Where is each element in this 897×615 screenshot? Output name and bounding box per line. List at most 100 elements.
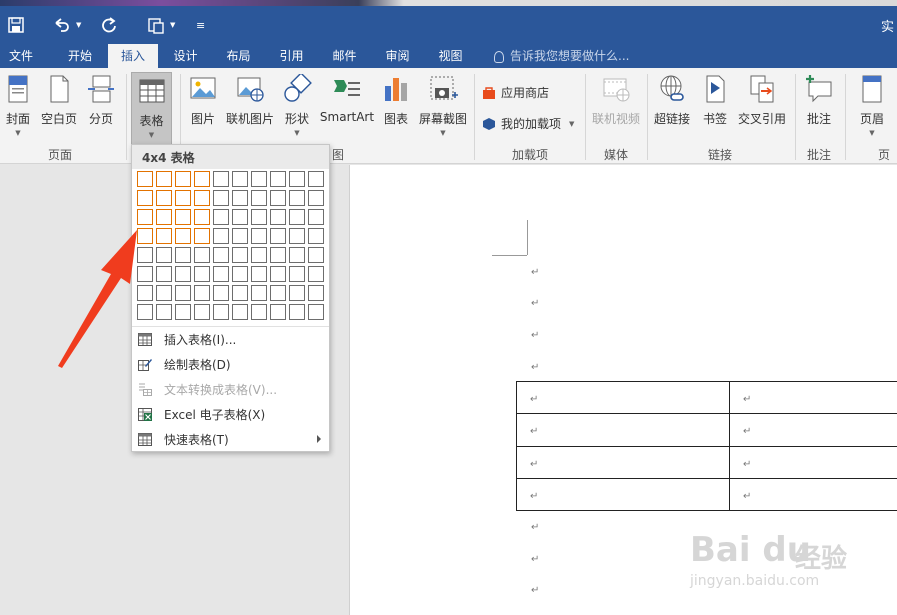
paragraph-mark[interactable]: ↵	[531, 522, 539, 533]
table-cell[interactable]: ↵	[517, 414, 730, 447]
new-comment-button[interactable]: 批注	[801, 74, 837, 127]
grid-cell[interactable]	[175, 228, 191, 244]
grid-cell[interactable]	[232, 209, 248, 225]
header-button[interactable]: 页眉 ▼	[852, 74, 892, 137]
touch-mode-button[interactable]: ▼	[147, 14, 175, 36]
grid-cell[interactable]	[232, 190, 248, 206]
customize-qat-button[interactable]: ≡	[196, 14, 205, 36]
table-button[interactable]: 表格 ▼	[131, 72, 172, 146]
grid-cell[interactable]	[156, 304, 172, 320]
grid-cell[interactable]	[194, 285, 210, 301]
cross-reference-button[interactable]: 交叉引用	[736, 74, 788, 127]
paragraph-mark[interactable]: ↵	[531, 330, 539, 341]
grid-cell[interactable]	[175, 209, 191, 225]
grid-cell[interactable]	[194, 190, 210, 206]
tab-file[interactable]: 文件	[0, 44, 42, 68]
grid-cell[interactable]	[270, 209, 286, 225]
tell-me-box[interactable]: 告诉我您想要做什么...	[494, 44, 629, 68]
grid-cell[interactable]	[251, 190, 267, 206]
grid-cell[interactable]	[194, 171, 210, 187]
grid-cell[interactable]	[175, 171, 191, 187]
grid-cell[interactable]	[308, 190, 324, 206]
grid-cell[interactable]	[213, 304, 229, 320]
grid-cell[interactable]	[308, 304, 324, 320]
grid-cell[interactable]	[213, 171, 229, 187]
grid-cell[interactable]	[308, 247, 324, 263]
grid-cell[interactable]	[175, 304, 191, 320]
grid-cell[interactable]	[251, 209, 267, 225]
grid-cell[interactable]	[270, 285, 286, 301]
grid-cell[interactable]	[251, 304, 267, 320]
paragraph-mark[interactable]: ↵	[531, 267, 539, 278]
grid-cell[interactable]	[232, 266, 248, 282]
grid-cell[interactable]	[289, 304, 305, 320]
page-break-button[interactable]: 分页	[84, 74, 118, 127]
tab-insert[interactable]: 插入	[108, 44, 158, 68]
table-cell[interactable]: ↵	[517, 479, 730, 511]
grid-cell[interactable]	[175, 285, 191, 301]
shapes-button[interactable]: 形状 ▼	[282, 72, 312, 137]
grid-cell[interactable]	[289, 266, 305, 282]
table-cell[interactable]: ↵	[730, 447, 897, 479]
grid-cell[interactable]	[194, 228, 210, 244]
grid-cell[interactable]	[251, 228, 267, 244]
grid-cell[interactable]	[194, 304, 210, 320]
paragraph-mark[interactable]: ↵	[531, 362, 539, 373]
quick-tables-item[interactable]: 快速表格(T)	[132, 427, 329, 452]
grid-cell[interactable]	[308, 209, 324, 225]
table-cell[interactable]: ↵	[730, 479, 897, 511]
grid-cell[interactable]	[308, 228, 324, 244]
save-button[interactable]	[8, 14, 24, 36]
online-video-button[interactable]: 联机视频	[590, 74, 642, 127]
grid-cell[interactable]	[289, 171, 305, 187]
grid-cell[interactable]	[289, 285, 305, 301]
tab-review[interactable]: 审阅	[375, 44, 420, 68]
grid-cell[interactable]	[270, 190, 286, 206]
grid-cell[interactable]	[156, 285, 172, 301]
paragraph-mark[interactable]: ↵	[531, 298, 539, 309]
grid-cell[interactable]	[213, 266, 229, 282]
grid-cell[interactable]	[137, 190, 153, 206]
chart-button[interactable]: 图表	[380, 74, 412, 127]
grid-cell[interactable]	[308, 171, 324, 187]
grid-cell[interactable]	[137, 171, 153, 187]
insert-table-item[interactable]: 插入表格(I)...	[132, 327, 329, 352]
blank-page-button[interactable]: 空白页	[40, 74, 78, 127]
grid-cell[interactable]	[251, 266, 267, 282]
grid-cell[interactable]	[251, 285, 267, 301]
grid-cell[interactable]	[213, 209, 229, 225]
undo-dropdown-icon[interactable]: ▼	[76, 21, 81, 29]
grid-cell[interactable]	[232, 171, 248, 187]
grid-cell[interactable]	[308, 285, 324, 301]
grid-cell[interactable]	[194, 266, 210, 282]
grid-cell[interactable]	[270, 228, 286, 244]
table-cell[interactable]: ↵	[517, 382, 730, 414]
touch-dropdown-icon[interactable]: ▼	[170, 21, 175, 29]
tab-design[interactable]: 设计	[163, 44, 208, 68]
grid-cell[interactable]	[156, 190, 172, 206]
screenshot-button[interactable]: 屏幕截图 ▼	[416, 74, 470, 137]
grid-cell[interactable]	[175, 266, 191, 282]
grid-cell[interactable]	[194, 209, 210, 225]
grid-cell[interactable]	[232, 285, 248, 301]
grid-cell[interactable]	[251, 171, 267, 187]
grid-cell[interactable]	[232, 228, 248, 244]
grid-cell[interactable]	[137, 209, 153, 225]
grid-cell[interactable]	[232, 247, 248, 263]
grid-cell[interactable]	[213, 190, 229, 206]
grid-cell[interactable]	[213, 228, 229, 244]
bookmark-button[interactable]: 书签	[698, 74, 732, 127]
excel-spreadsheet-item[interactable]: Excel 电子表格(X)	[132, 402, 329, 427]
grid-cell[interactable]	[156, 228, 172, 244]
grid-cell[interactable]	[289, 228, 305, 244]
redo-button[interactable]	[101, 14, 117, 36]
grid-cell[interactable]	[308, 266, 324, 282]
grid-cell[interactable]	[156, 266, 172, 282]
online-picture-button[interactable]: 联机图片	[224, 74, 276, 127]
grid-cell[interactable]	[270, 171, 286, 187]
grid-cell[interactable]	[156, 209, 172, 225]
tab-mailings[interactable]: 邮件	[322, 44, 367, 68]
paragraph-mark[interactable]: ↵	[531, 554, 539, 565]
grid-cell[interactable]	[213, 247, 229, 263]
picture-button[interactable]: 图片	[186, 74, 220, 127]
